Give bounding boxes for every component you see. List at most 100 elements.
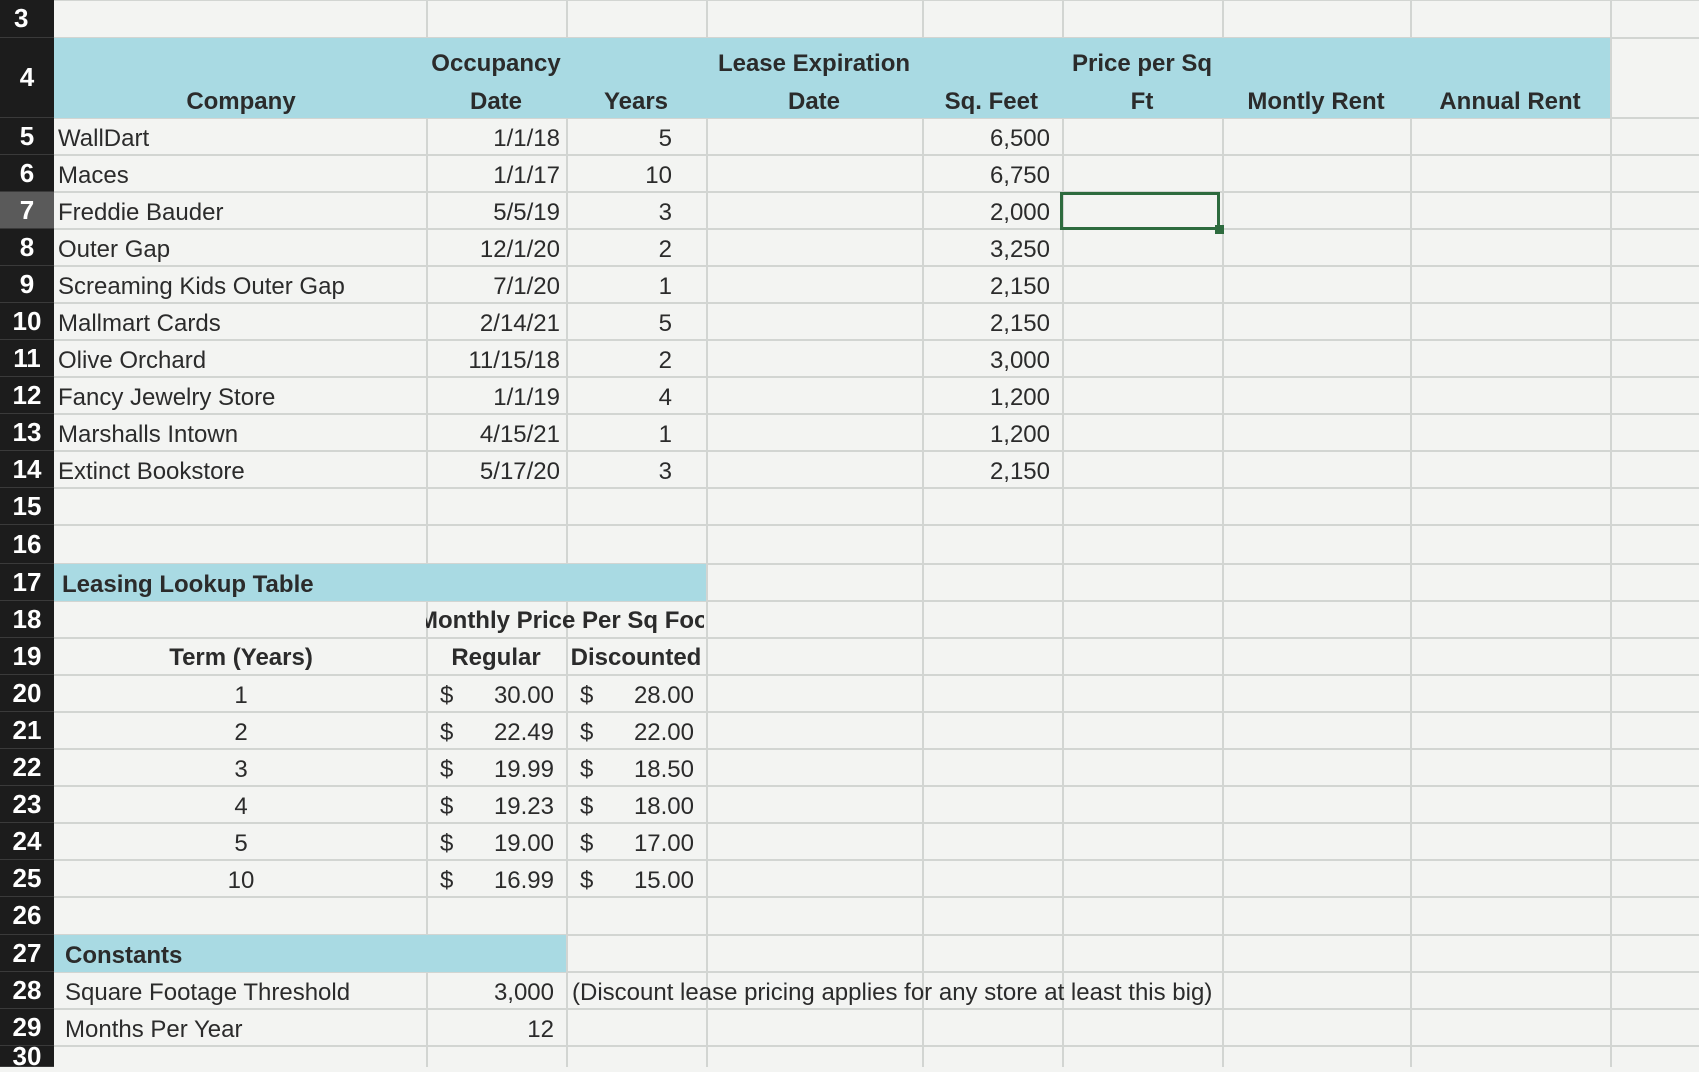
tenant-years[interactable]: 3 (566, 201, 672, 225)
lookup-discounted-currency[interactable]: $ (580, 869, 593, 893)
lookup-regular-price[interactable]: 16.99 (470, 869, 554, 893)
lookup-term[interactable]: 2 (56, 721, 426, 745)
active-cell-selection[interactable] (1060, 192, 1220, 230)
row-header[interactable]: 7 (0, 192, 54, 229)
tenant-occupancy-date[interactable]: 1/1/19 (426, 386, 560, 410)
tenant-sq-feet[interactable]: 2,150 (922, 275, 1050, 299)
row-header[interactable]: 12 (0, 377, 54, 414)
lookup-discounted-price[interactable]: 28.00 (610, 684, 694, 708)
row-header[interactable]: 6 (0, 155, 54, 192)
tenant-sq-feet[interactable]: 6,500 (922, 127, 1050, 151)
spreadsheet-grid[interactable]: 3 4 5 6 7 8 9 10 11 12 13 14 15 16 17 18 19 20 21 22 23 24 25 2… (0, 0, 1699, 1071)
tenant-occupancy-date[interactable]: 7/1/20 (426, 275, 560, 299)
lookup-regular-price[interactable]: 30.00 (470, 684, 554, 708)
row-header[interactable]: 18 (0, 601, 54, 638)
lookup-term[interactable]: 3 (56, 758, 426, 782)
tenant-years[interactable]: 10 (566, 164, 672, 188)
tenant-sq-feet[interactable]: 2,000 (922, 201, 1050, 225)
row-header[interactable]: 24 (0, 823, 54, 860)
row-header[interactable]: 14 (0, 451, 54, 488)
row-header[interactable]: 21 (0, 712, 54, 749)
tenant-years[interactable]: 2 (566, 238, 672, 262)
lookup-discounted-currency[interactable]: $ (580, 684, 593, 708)
tenant-years[interactable]: 4 (566, 386, 672, 410)
lookup-regular-price[interactable]: 22.49 (470, 721, 554, 745)
row-header[interactable]: 5 (0, 118, 54, 155)
row-header[interactable]: 10 (0, 303, 54, 340)
column-divider (1410, 0, 1412, 1067)
tenant-sq-feet[interactable]: 2,150 (922, 312, 1050, 336)
header-years: Years (603, 88, 669, 115)
tenant-occupancy-date[interactable]: 11/15/18 (426, 349, 560, 373)
row-header[interactable]: 22 (0, 749, 54, 786)
lookup-regular-price[interactable]: 19.23 (470, 795, 554, 819)
row-header[interactable]: 11 (0, 340, 54, 377)
tenant-sq-feet[interactable]: 3,250 (922, 238, 1050, 262)
lookup-regular-currency[interactable]: $ (440, 832, 453, 856)
lookup-regular-currency[interactable]: $ (440, 758, 453, 782)
tenant-years[interactable]: 2 (566, 349, 672, 373)
tenant-occupancy-date[interactable]: 12/1/20 (426, 238, 560, 262)
row-header[interactable]: 20 (0, 675, 54, 712)
tenant-occupancy-date[interactable]: 1/1/17 (426, 164, 560, 188)
lookup-price-header: Monthly Price Per Sq Foo (426, 609, 704, 633)
row-header[interactable]: 30 (0, 1041, 54, 1071)
lookup-discounted-currency[interactable]: $ (580, 795, 593, 819)
months-label: Months Per Year (65, 1016, 243, 1043)
lookup-discounted-price[interactable]: 15.00 (610, 869, 694, 893)
row-header[interactable]: 27 (0, 935, 54, 972)
tenant-sq-feet[interactable]: 1,200 (922, 423, 1050, 447)
tenant-years[interactable]: 5 (566, 312, 672, 336)
lookup-discounted-price[interactable]: 18.00 (610, 795, 694, 819)
row-header[interactable]: 9 (0, 266, 54, 303)
lookup-term[interactable]: 1 (56, 684, 426, 708)
header-monthly-rent: Montly Rent (1247, 88, 1385, 115)
row-header[interactable]: 4 (0, 38, 54, 118)
tenant-years[interactable]: 1 (566, 423, 672, 447)
lookup-discounted-price[interactable]: 18.50 (610, 758, 694, 782)
row-header[interactable]: 28 (0, 972, 54, 1009)
threshold-value[interactable]: 3,000 (426, 981, 554, 1005)
lookup-term[interactable]: 5 (56, 832, 426, 856)
months-value[interactable]: 12 (426, 1018, 554, 1042)
tenant-sq-feet[interactable]: 1,200 (922, 386, 1050, 410)
lookup-regular-price[interactable]: 19.99 (470, 758, 554, 782)
lookup-regular-currency[interactable]: $ (440, 795, 453, 819)
row-divider (54, 376, 1699, 378)
tenant-sq-feet[interactable]: 3,000 (922, 349, 1050, 373)
fill-handle[interactable] (1215, 225, 1224, 234)
lookup-discounted-price[interactable]: 22.00 (610, 721, 694, 745)
lookup-discounted-currency[interactable]: $ (580, 721, 593, 745)
tenant-occupancy-date[interactable]: 5/5/19 (426, 201, 560, 225)
tenant-occupancy-date[interactable]: 5/17/20 (426, 460, 560, 484)
tenant-years[interactable]: 1 (566, 275, 672, 299)
row-header[interactable]: 23 (0, 786, 54, 823)
lookup-term[interactable]: 10 (56, 869, 426, 893)
row-header[interactable]: 15 (0, 488, 54, 525)
lookup-term-header: Term (Years) (169, 644, 313, 671)
tenant-occupancy-date[interactable]: 4/15/21 (426, 423, 560, 447)
tenant-years[interactable]: 3 (566, 460, 672, 484)
lookup-regular-currency[interactable]: $ (440, 721, 453, 745)
lookup-discounted-currency[interactable]: $ (580, 758, 593, 782)
lookup-discounted-currency[interactable]: $ (580, 832, 593, 856)
row-header[interactable]: 25 (0, 860, 54, 897)
tenant-years[interactable]: 5 (566, 127, 672, 151)
row-header[interactable]: 26 (0, 897, 54, 935)
lookup-regular-currency[interactable]: $ (440, 684, 453, 708)
row-header[interactable]: 16 (0, 525, 54, 564)
row-header[interactable]: 13 (0, 414, 54, 451)
lookup-term[interactable]: 4 (56, 795, 426, 819)
lookup-regular-price[interactable]: 19.00 (470, 832, 554, 856)
tenant-sq-feet[interactable]: 2,150 (922, 460, 1050, 484)
tenant-company: Maces (58, 162, 129, 189)
tenant-sq-feet[interactable]: 6,750 (922, 164, 1050, 188)
lookup-discounted-price[interactable]: 17.00 (610, 832, 694, 856)
row-header[interactable]: 8 (0, 229, 54, 266)
tenant-occupancy-date[interactable]: 1/1/18 (426, 127, 560, 151)
tenant-occupancy-date[interactable]: 2/14/21 (426, 312, 560, 336)
row-header[interactable]: 17 (0, 564, 54, 601)
row-header[interactable]: 3 (0, 0, 54, 38)
row-header[interactable]: 19 (0, 638, 54, 675)
lookup-regular-currency[interactable]: $ (440, 869, 453, 893)
